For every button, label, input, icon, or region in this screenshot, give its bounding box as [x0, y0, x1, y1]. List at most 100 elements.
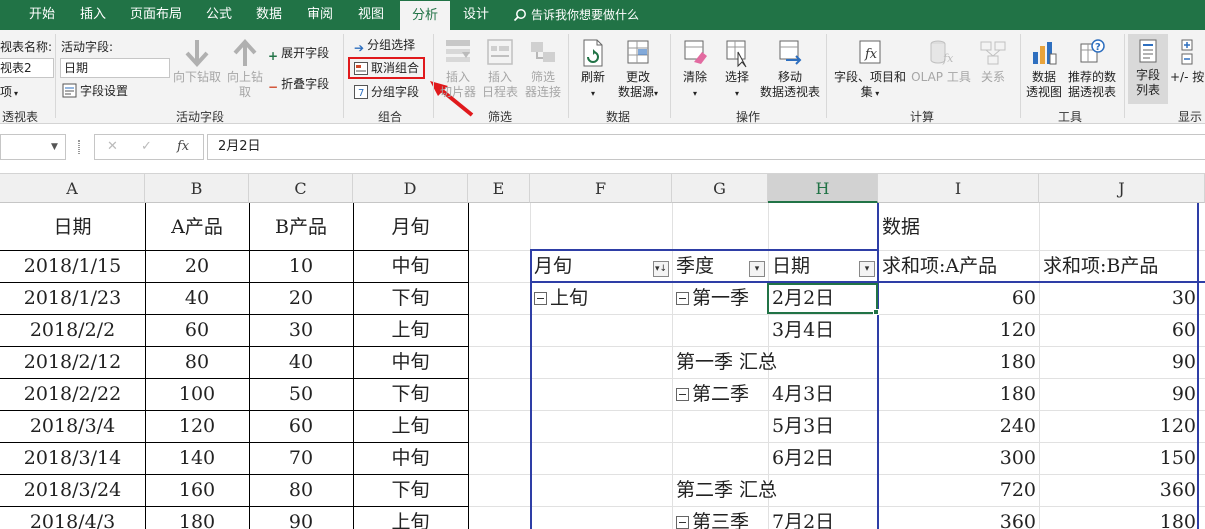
source-cell-date[interactable]: 2018/2/2	[0, 314, 145, 346]
tab-page-layout[interactable]: 页面布局	[118, 0, 194, 30]
pivot-row-label-date[interactable]: 6月2日	[768, 442, 878, 474]
source-cell-a-product[interactable]: 180	[145, 506, 249, 529]
pivot-filter-dropdown-icon[interactable]: ▾	[749, 261, 765, 277]
pivot-value-sum-a[interactable]: 360	[878, 506, 1039, 529]
source-cell-b-product[interactable]: 80	[249, 474, 353, 506]
olap-tools-button[interactable]: fx OLAP 工具	[908, 38, 974, 85]
pivot-value-sum-b[interactable]: 90	[1039, 378, 1199, 410]
tab-analyze[interactable]: 分析	[400, 1, 450, 30]
collapse-minus-icon[interactable]	[676, 292, 689, 305]
source-cell-a-product[interactable]: 40	[145, 282, 249, 314]
column-header-e[interactable]: E	[468, 174, 530, 203]
source-cell-month-period[interactable]: 中旬	[353, 442, 468, 474]
pivot-data-label[interactable]: 数据	[878, 211, 1038, 243]
pivot-value-sum-b[interactable]: 120	[1039, 410, 1199, 442]
pivot-value-sum-a[interactable]: 300	[878, 442, 1039, 474]
pivot-subtotal-label[interactable]: 第一季 汇总	[672, 346, 878, 378]
expand-field-button[interactable]: + 展开字段	[268, 44, 329, 63]
source-cell-month-period[interactable]: 上旬	[353, 410, 468, 442]
source-cell-a-product[interactable]: 120	[145, 410, 249, 442]
source-cell-b-product[interactable]: 60	[249, 410, 353, 442]
collapse-minus-icon[interactable]	[534, 292, 547, 305]
ungroup-button[interactable]: 取消组合	[348, 57, 426, 79]
pivot-name-input[interactable]: 视表2	[0, 58, 54, 78]
column-header-c[interactable]: C	[249, 174, 353, 203]
source-cell-date[interactable]: 2018/3/24	[0, 474, 145, 506]
pivot-value-sum-b[interactable]: 90	[1039, 346, 1199, 378]
collapse-minus-icon[interactable]	[676, 388, 689, 401]
pivot-value-sum-b[interactable]: 150	[1039, 442, 1199, 474]
tell-me-search[interactable]: 告诉我你想要做什么	[513, 0, 639, 30]
column-header-d[interactable]: D	[353, 174, 468, 203]
filter-connections-button[interactable]: 筛选 器连接	[522, 38, 564, 100]
source-cell-date[interactable]: 2018/4/3	[0, 506, 145, 529]
active-field-input[interactable]: 日期	[60, 58, 170, 78]
tab-insert[interactable]: 插入	[70, 0, 116, 30]
column-header-h[interactable]: H	[768, 174, 878, 203]
pivot-row-label-date[interactable]: 3月4日	[768, 314, 878, 346]
insert-timeline-button[interactable]: 插入 日程表	[480, 38, 520, 100]
field-settings-button[interactable]: 字段设置	[62, 82, 128, 100]
source-cell-a-product[interactable]: 100	[145, 378, 249, 410]
insert-slicer-button[interactable]: 插入 切片器	[439, 38, 477, 100]
source-header-b-product[interactable]: B产品	[249, 211, 353, 243]
select-button[interactable]: 选择 ▾	[718, 38, 756, 101]
group-selection-button[interactable]: ➔ 分组选择	[354, 36, 415, 55]
tab-design[interactable]: 设计	[452, 0, 500, 30]
tab-home[interactable]: 开始	[14, 0, 70, 30]
chevron-down-icon[interactable]: ▼	[51, 142, 58, 152]
pivot-value-sum-a[interactable]: 240	[878, 410, 1039, 442]
source-cell-a-product[interactable]: 60	[145, 314, 249, 346]
pivot-value-sum-b[interactable]: 60	[1039, 314, 1199, 346]
column-header-i[interactable]: I	[878, 174, 1039, 203]
field-list-button[interactable]: 字段 列表	[1128, 34, 1168, 104]
tab-review[interactable]: 审阅	[296, 0, 344, 30]
source-cell-date[interactable]: 2018/3/4	[0, 410, 145, 442]
column-header-a[interactable]: A	[0, 174, 145, 203]
source-cell-b-product[interactable]: 40	[249, 346, 353, 378]
source-cell-a-product[interactable]: 160	[145, 474, 249, 506]
collapse-field-button[interactable]: − 折叠字段	[268, 75, 329, 94]
relationships-button[interactable]: 关系	[974, 38, 1012, 85]
source-cell-date[interactable]: 2018/2/12	[0, 346, 145, 378]
pivot-row-label-quarter[interactable]: 第一季	[672, 282, 768, 314]
pivot-header-sum-a[interactable]: 求和项:A产品	[878, 250, 1039, 282]
change-data-source-button[interactable]: 更改 数据源▾	[614, 38, 662, 101]
fields-items-sets-button[interactable]: fx 字段、项目和集 ▾	[832, 38, 908, 101]
drill-up-button[interactable]: 向上钻取	[223, 38, 267, 100]
source-cell-month-period[interactable]: 上旬	[353, 314, 468, 346]
clear-button[interactable]: 清除 ▾	[676, 38, 714, 101]
source-cell-month-period[interactable]: 上旬	[353, 506, 468, 529]
source-cell-a-product[interactable]: 20	[145, 250, 249, 282]
recommended-pivottables-button[interactable]: ? 推荐的数 据透视表	[1064, 38, 1120, 100]
pivot-filter-sorted-icon[interactable]: ▾↓	[653, 261, 669, 277]
plus-minus-buttons-button[interactable]: +/- 按	[1170, 38, 1205, 85]
source-cell-month-period[interactable]: 下旬	[353, 282, 468, 314]
source-cell-month-period[interactable]: 下旬	[353, 474, 468, 506]
pivot-row-label-date[interactable]: 7月2日	[768, 506, 878, 529]
source-cell-month-period[interactable]: 中旬	[353, 250, 468, 282]
pivot-options-button[interactable]: 项 ▾	[0, 83, 18, 100]
source-cell-date[interactable]: 2018/1/15	[0, 250, 145, 282]
source-header-a-product[interactable]: A产品	[145, 211, 249, 243]
check-icon[interactable]: ✓	[141, 139, 152, 154]
name-box[interactable]: ▼	[0, 134, 66, 160]
pivot-value-sum-a[interactable]: 720	[878, 474, 1039, 506]
pivot-value-sum-a[interactable]: 180	[878, 378, 1039, 410]
fill-handle[interactable]	[873, 309, 879, 315]
source-cell-date[interactable]: 2018/3/14	[0, 442, 145, 474]
source-cell-b-product[interactable]: 10	[249, 250, 353, 282]
pivot-header-month-period[interactable]: 月旬	[530, 250, 660, 282]
source-cell-month-period[interactable]: 中旬	[353, 346, 468, 378]
move-pivottable-button[interactable]: 移动 数据透视表	[758, 38, 822, 100]
pivot-value-sum-a[interactable]: 120	[878, 314, 1039, 346]
column-header-b[interactable]: B	[145, 174, 249, 203]
source-cell-b-product[interactable]: 70	[249, 442, 353, 474]
tab-formulas[interactable]: 公式	[196, 0, 242, 30]
source-cell-date[interactable]: 2018/2/22	[0, 378, 145, 410]
collapse-minus-icon[interactable]	[676, 516, 689, 529]
pivot-value-sum-b[interactable]: 360	[1039, 474, 1199, 506]
formula-bar-resize-handle[interactable]	[78, 140, 80, 154]
column-header-j[interactable]: J	[1039, 174, 1205, 203]
source-cell-month-period[interactable]: 下旬	[353, 378, 468, 410]
